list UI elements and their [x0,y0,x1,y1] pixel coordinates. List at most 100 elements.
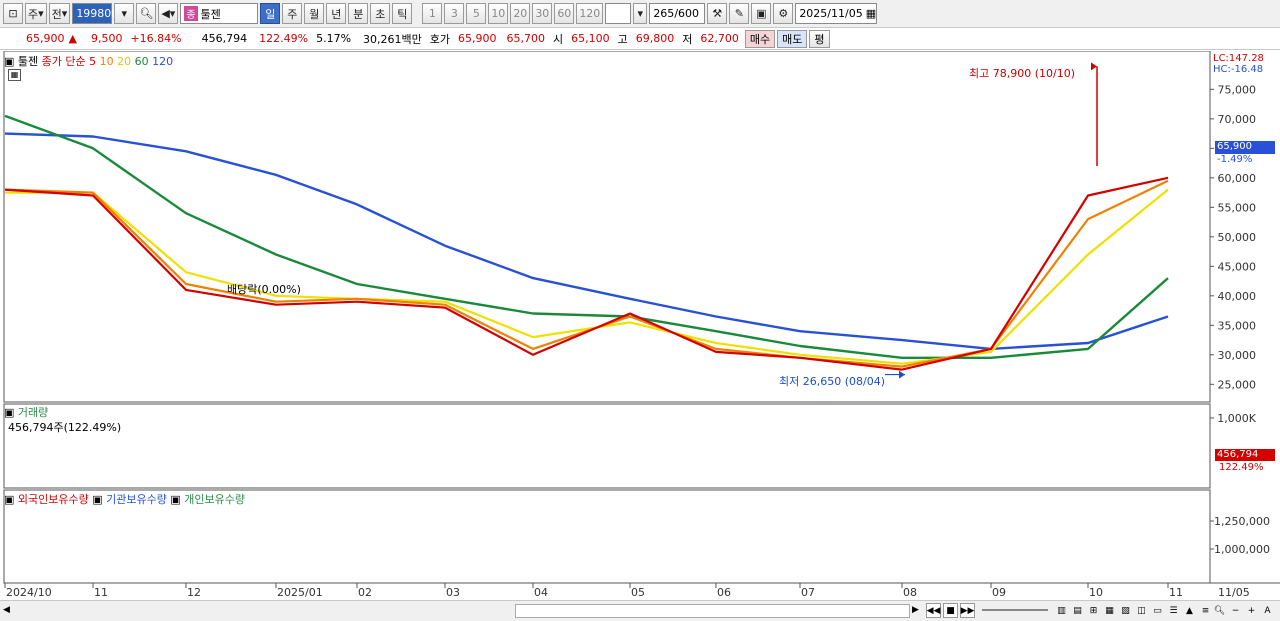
lc-label: LC:147.28 [1213,53,1264,64]
legend-stock-name: 툴젠 [17,55,39,68]
holding-tick-label: 1,250,000 [1214,515,1270,528]
legend-ma120: 120 [152,55,174,68]
stop-icon[interactable]: ■ [943,603,958,618]
window-icon[interactable]: ⊡ [3,3,23,24]
sound-icon[interactable]: ◀▾ [158,3,179,24]
stock-name: 툴젠 [200,7,221,21]
chart-area[interactable]: 75,00070,00065,00060,00055,00050,00045,0… [0,50,1280,621]
custom-interval-input[interactable] [605,3,632,24]
sell-button[interactable]: 매도 [777,29,808,48]
volume-summary: 456,794주(122.49%) [8,421,122,434]
tab-minute[interactable]: 분 [348,3,369,24]
split-icon[interactable]: ⊞ [1086,603,1101,618]
bid-price: 65,700 [506,32,546,45]
columns-icon[interactable]: ▦ [1102,603,1117,618]
tab-day[interactable]: 일 [260,3,281,24]
scroll-left-icon[interactable]: ◀ [3,605,12,617]
draw-icon[interactable]: ✎ [729,3,750,24]
volume-legend: ▣ 거래량 [4,404,48,420]
volume-panel-frame [3,403,1211,489]
y-tick-label: 60,000 [1218,172,1257,185]
volume-tick-label: 1,000K [1217,412,1256,425]
legend-ma20: 20 [117,55,132,68]
x-tick-label: 05 [631,586,645,599]
stock-code-input[interactable]: 199800 [72,3,118,24]
zoom-in-icon[interactable]: + [1244,603,1259,618]
scroll-right-icon[interactable]: ▶ [912,605,919,615]
search-icon[interactable]: 🔍︎ [136,3,157,24]
gear-icon[interactable]: ⚙ [773,3,794,24]
period-select-button[interactable]: 주 ▾ [25,3,47,24]
table-icon[interactable]: ▦ [8,69,21,81]
date-field[interactable]: 2025/11/05 ▦ [795,3,878,24]
tools-icon[interactable]: ⚒ [707,3,728,24]
layout-icon[interactable]: ▧ [1118,603,1133,618]
trade-amount: 30,261백만 [363,32,422,46]
holding-legend: ▣ 외국인보유수량 ▣ 기관보유수량 ▣ 개인보유수량 [4,491,245,507]
high-label: 고 [617,32,628,46]
x-tick-label: 07 [801,586,815,599]
tab-week[interactable]: 주 [282,3,303,24]
volume-ratio: 122.49% [259,32,309,45]
save-icon[interactable]: ▣ [751,3,772,24]
zoom-out-icon[interactable]: − [1228,603,1243,618]
legend-ma60: 60 [134,55,149,68]
x-tick-label: 08 [903,586,917,599]
buy-button[interactable]: 매수 [744,29,776,48]
high-price: 69,800 [635,32,675,45]
holding-tick-label: 1,000,000 [1214,543,1270,556]
prev-button[interactable]: 전 ▾ [48,3,71,24]
zoom-icon[interactable]: 🔍︎ [1212,603,1227,618]
indicator-icon[interactable]: ≡ [1198,603,1213,618]
interval-20[interactable]: 20 [510,3,531,24]
tab-tick[interactable]: 틱 [392,3,413,24]
low-price: 62,700 [700,32,739,45]
legend-ma5: 5 [89,55,97,68]
window-split-icon[interactable]: ◫ [1134,603,1149,618]
interval-60[interactable]: 60 [554,3,575,24]
low-note: 최저 26,650 (08/04) [779,375,886,388]
code-dropdown-button[interactable]: ▾ [114,3,135,24]
stock-name-field[interactable]: 종 툴젠 [180,3,259,24]
zoom-slider[interactable] [982,609,1048,611]
chart-type-icon[interactable]: ▲ [1182,603,1197,618]
hc-label: HC:-16.48 [1213,64,1264,75]
x-tick-label: 06 [717,586,731,599]
tab-second[interactable]: 초 [370,3,391,24]
price-change-pct: +16.84% [130,32,182,45]
tab-year[interactable]: 년 [326,3,347,24]
count-field[interactable]: 265/600 [649,3,706,24]
x-tick-label: 03 [446,586,460,599]
play-forward-icon[interactable]: ▶▶ [960,603,975,618]
interval-120[interactable]: 120 [576,3,604,24]
interval-5[interactable]: 5 [466,3,487,24]
x-tick-label: 02 [358,586,372,599]
price-change: 9,500 [90,32,123,45]
interval-10[interactable]: 10 [488,3,509,24]
stack-icon[interactable]: ☰ [1166,603,1181,618]
scroll-thumb[interactable] [515,604,910,618]
holding-box-icon-3: ▣ [170,493,181,506]
interval-3[interactable]: 3 [444,3,465,24]
stock-chart[interactable]: 75,00070,00065,00060,00055,00050,00045,0… [0,50,1280,600]
legend-ma10: 10 [99,55,114,68]
interval-1[interactable]: 1 [422,3,443,24]
calendar-icon[interactable]: ▦ [866,7,876,20]
play-back-icon[interactable]: ◀◀ [926,603,941,618]
volume-last-tag: 456,794 [1215,449,1275,461]
current-price: 65,900 [26,32,65,45]
tab-month[interactable]: 월 [304,3,325,24]
y-tick-label: 45,000 [1218,260,1257,273]
grid-icon[interactable]: ▥ [1054,603,1069,618]
interval-30[interactable]: 30 [532,3,553,24]
x-tick-label-date: 11/05 [1218,586,1250,599]
last-price-tag: 65,900 [1215,141,1275,154]
main-toolbar: ⊡ 주 ▾ 전 ▾ 199800 ▾ 🔍︎ ◀▾ 종 툴젠 일 주 월 년 분 초 … [0,0,1280,28]
eval-button[interactable]: 평 [809,29,830,48]
panel-icon[interactable]: ▭ [1150,603,1165,618]
high-note: 최고 78,900 (10/10) [969,67,1076,80]
interval-dropdown[interactable]: ▾ [633,3,648,24]
x-tick-label: 11 [1169,586,1183,599]
text-size-icon[interactable]: A [1260,603,1275,618]
bars-icon[interactable]: ▤ [1070,603,1085,618]
